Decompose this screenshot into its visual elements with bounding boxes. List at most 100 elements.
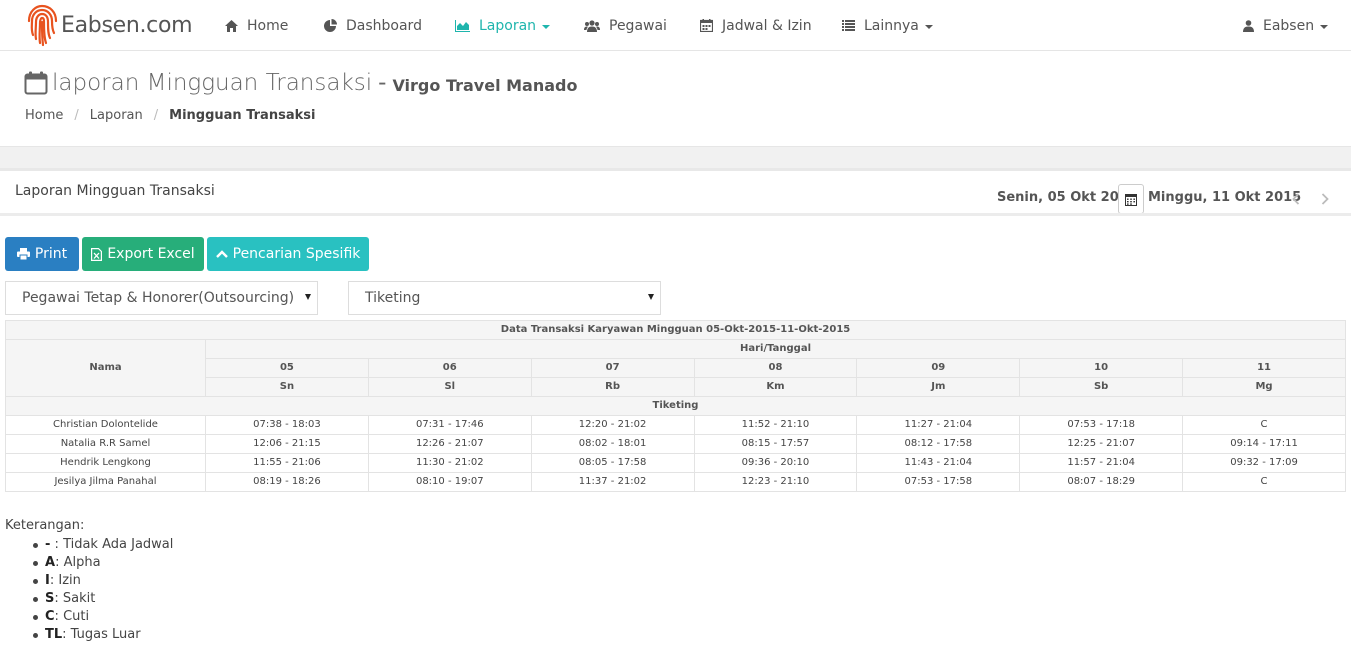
legend-code: C (45, 609, 55, 624)
nav-dashboard-label: Dashboard (346, 17, 422, 34)
date-to: Minggu, 11 Okt 2015 (1148, 190, 1302, 205)
department-select[interactable]: Tiketing (348, 281, 661, 315)
legend-separator: : (50, 537, 64, 552)
nav-home-label: Home (247, 17, 289, 34)
nav-laporan[interactable]: Laporan (455, 0, 551, 51)
dropdown-arrow-icon (305, 294, 311, 300)
chevron-up-icon (215, 250, 228, 258)
day-header: Sn (205, 377, 369, 397)
date-picker-button[interactable] (1118, 184, 1144, 214)
legend-code: S (45, 591, 55, 606)
print-icon (16, 248, 30, 260)
section-divider-line (0, 168, 1351, 171)
legend-description: Tidak Ada Jadwal (63, 537, 174, 552)
attendance-cell: 07:53 - 17:18 (1019, 415, 1184, 435)
date-header: 06 (367, 358, 532, 378)
nav-lainnya-label: Lainnya (864, 17, 919, 34)
legend-item: S: Sakit (33, 590, 173, 608)
table-row: Natalia R.R Samel 12:06 - 21:15 12:26 - 21… (5, 434, 1346, 454)
employee-type-value: Pegawai Tetap & Honorer(Outsourcing) (22, 290, 295, 306)
date-header: 05 (205, 358, 369, 378)
breadcrumb-current: Mingguan Transaksi (169, 108, 316, 123)
attendance-cell: 11:52 - 21:10 (693, 415, 858, 435)
date-header: 10 (1019, 358, 1184, 378)
nav-pegawai[interactable]: Pegawai (584, 0, 667, 51)
nav-lainnya[interactable]: Lainnya (842, 0, 933, 51)
day-header: Sl (367, 377, 532, 397)
dates-header-row: 05 06 07 08 09 10 11 (6, 358, 1346, 378)
table-body: Christian Dolontelide 07:38 - 18:03 07:31 … (5, 415, 1346, 492)
attendance-cell: 07:38 - 18:03 (205, 415, 369, 435)
employee-name-cell: Natalia R.R Samel (5, 434, 206, 454)
page-header: laporan Mingguan Transaksi - Virgo Trave… (0, 51, 1351, 146)
fingerprint-icon (27, 4, 58, 47)
home-icon (225, 19, 238, 32)
date-from: Senin, 05 Okt 2015 (997, 190, 1137, 205)
user-menu[interactable]: Eabsen (1243, 0, 1329, 51)
attendance-cell: 11:57 - 21:04 (1019, 453, 1184, 473)
section-divider (0, 146, 1351, 168)
nav-home[interactable]: Home (225, 0, 288, 51)
legend-code: A (45, 555, 56, 570)
date-group-header: Hari/Tanggal (205, 339, 1346, 359)
panel-divider (0, 213, 1351, 216)
user-name: Eabsen (1263, 17, 1315, 34)
weekly-report-table: Data Transaksi Karyawan Mingguan 05-Okt-… (5, 320, 1346, 492)
pie-chart-icon (324, 19, 337, 32)
top-navbar: Eabsen.com Home Dashboard Laporan Pegawa… (0, 0, 1351, 51)
attendance-cell: 11:37 - 21:02 (530, 472, 695, 492)
employee-type-select[interactable]: Pegawai Tetap & Honorer(Outsourcing) (5, 281, 318, 315)
next-week-button[interactable] (1321, 190, 1329, 209)
export-excel-label: Export Excel (107, 246, 195, 262)
prev-week-button[interactable] (1292, 190, 1300, 209)
legend-description: Alpha (63, 555, 101, 570)
chevron-down-icon (1320, 24, 1329, 29)
legend-item: TL: Tugas Luar (33, 626, 173, 644)
legend-description: Izin (58, 573, 81, 588)
nav-dashboard[interactable]: Dashboard (324, 0, 422, 51)
attendance-cell: 09:36 - 20:10 (693, 453, 858, 473)
attendance-cell: 07:53 - 17:58 (856, 472, 1021, 492)
legend-separator: : (54, 609, 64, 624)
day-header: Rb (530, 377, 695, 397)
attendance-cell: 11:30 - 21:02 (367, 453, 532, 473)
specific-search-button[interactable]: Pencarian Spesifik (207, 237, 369, 271)
nav-jadwal-izin-label: Jadwal & Izin (722, 17, 812, 34)
print-button[interactable]: Print (5, 237, 79, 271)
attendance-cell: 12:20 - 21:02 (530, 415, 695, 435)
legend-title: Keterangan: (5, 518, 85, 533)
breadcrumb-laporan[interactable]: Laporan (90, 108, 143, 123)
date-header: 07 (530, 358, 695, 378)
legend-item: C: Cuti (33, 608, 173, 626)
legend-item: - : Tidak Ada Jadwal (33, 536, 173, 554)
attendance-cell: 09:32 - 17:09 (1182, 453, 1346, 473)
attendance-cell: 08:02 - 18:01 (530, 434, 695, 454)
employee-name-cell: Jesilya Jilma Panahal (5, 472, 206, 492)
days-header-row: Sn Sl Rb Km Jm Sb Mg (6, 377, 1346, 397)
attendance-cell: C (1182, 472, 1346, 492)
employee-name-cell: Hendrik Lengkong (5, 453, 206, 473)
legend-separator: : (54, 591, 63, 606)
attendance-cell: 08:19 - 18:26 (205, 472, 369, 492)
attendance-cell: 11:27 - 21:04 (856, 415, 1021, 435)
date-header: 08 (693, 358, 858, 378)
chevron-down-icon (924, 24, 933, 29)
calendar-icon (1125, 193, 1137, 206)
day-header: Km (693, 377, 858, 397)
brand-logo[interactable]: Eabsen.com (25, 2, 193, 48)
attendance-cell: 12:06 - 21:15 (205, 434, 369, 454)
legend-item: I: Izin (33, 572, 173, 590)
file-excel-icon (91, 247, 103, 261)
breadcrumb-separator: / (74, 108, 79, 123)
breadcrumb-home[interactable]: Home (25, 108, 63, 123)
legend-description: Cuti (63, 609, 90, 624)
nav-laporan-label: Laporan (479, 17, 537, 34)
export-excel-button[interactable]: Export Excel (82, 237, 204, 271)
calendar-icon (24, 71, 48, 95)
nav-jadwal-izin[interactable]: Jadwal & Izin (700, 0, 812, 51)
table-row: Christian Dolontelide 07:38 - 18:03 07:31 … (5, 415, 1346, 435)
list-icon (842, 20, 855, 31)
panel-title: Laporan Mingguan Transaksi (15, 183, 215, 199)
attendance-cell: 07:31 - 17:46 (367, 415, 532, 435)
legend-description: Tugas Luar (70, 627, 141, 642)
